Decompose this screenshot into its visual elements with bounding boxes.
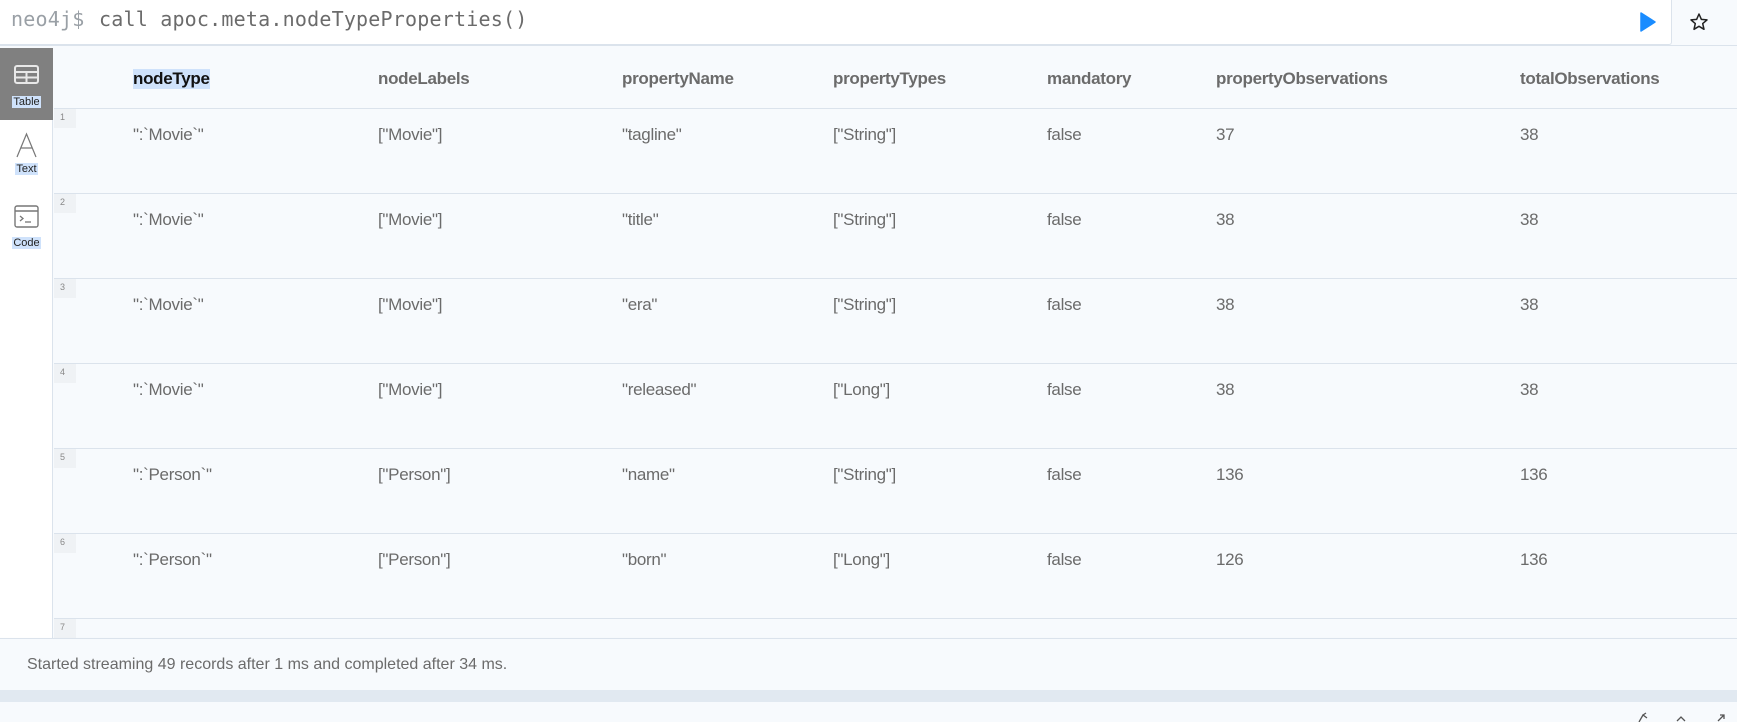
table-cell-totalobservations: 38 <box>1520 210 1539 229</box>
result-table: nodeType nodeLabels propertyName propert… <box>54 48 1737 638</box>
sidebar-item-code[interactable]: Code <box>0 202 53 274</box>
row-number: 4 <box>54 364 76 383</box>
favorite-button[interactable] <box>1688 11 1710 33</box>
row-number: 7 <box>54 619 76 638</box>
table-cell-propertyobservations: 126 <box>1216 550 1244 569</box>
table-row: 5 ":`Person`" ["Person"] "name" ["String"] fa… <box>54 449 1737 534</box>
table-cell-propertyobservations: 38 <box>1216 295 1235 314</box>
column-header-propertyname[interactable]: propertyName <box>622 69 734 89</box>
expand-icon[interactable] <box>1714 712 1728 722</box>
play-icon <box>1640 12 1656 32</box>
sidebar-item-text[interactable]: Text <box>0 130 53 202</box>
table-cell-nodetype: ":`Movie`" <box>133 295 204 314</box>
run-query-button[interactable] <box>1636 11 1658 33</box>
row-number: 2 <box>54 194 76 213</box>
table-cell-propertyname: "born" <box>622 550 667 569</box>
table-cell-nodelabels: ["Person"] <box>378 550 451 569</box>
table-cell-propertyobservations: 136 <box>1216 465 1244 484</box>
table-cell-mandatory: false <box>1047 125 1082 144</box>
table-cell-mandatory: false <box>1047 295 1082 314</box>
table-cell-propertytypes: ["String"] <box>833 125 896 144</box>
row-number: 6 <box>54 534 76 553</box>
table-cell-propertyname: "era" <box>622 295 658 314</box>
table-cell-nodelabels: ["Movie"] <box>378 210 443 229</box>
table-cell-nodetype: ":`Person`" <box>133 465 212 484</box>
column-header-nodetype[interactable]: nodeType <box>133 69 210 89</box>
table-header: nodeType nodeLabels propertyName propert… <box>54 48 1737 109</box>
table-cell-totalobservations: 38 <box>1520 125 1539 144</box>
table-cell-propertytypes: ["String"] <box>833 465 896 484</box>
column-header-mandatory[interactable]: mandatory <box>1047 69 1132 89</box>
table-cell-propertyname: "name" <box>622 465 675 484</box>
row-number: 5 <box>54 449 76 468</box>
table-cell-nodetype: ":`Person`" <box>133 550 212 569</box>
sidebar-item-label: Code <box>12 237 41 249</box>
table-cell-propertyname: "title" <box>622 210 659 229</box>
frame-divider <box>0 690 1737 702</box>
table-cell-mandatory: false <box>1047 210 1082 229</box>
text-icon <box>16 132 37 158</box>
query-editor[interactable]: neo4j$ call apoc.meta.nodeTypeProperties… <box>0 0 1672 45</box>
table-cell-propertyname: "released" <box>622 380 697 399</box>
status-message: Started streaming 49 records after 1 ms … <box>27 656 508 673</box>
table-cell-mandatory: false <box>1047 380 1082 399</box>
table-cell-propertyobservations: 38 <box>1216 380 1235 399</box>
column-header-propertyobservations[interactable]: propertyObservations <box>1216 69 1388 89</box>
table-cell-propertytypes: ["String"] <box>833 295 896 314</box>
table-cell-totalobservations: 136 <box>1520 465 1548 484</box>
table-row: 4 ":`Movie`" ["Movie"] "released" ["Long"] fa… <box>54 364 1737 449</box>
sidebar-item-label: Table <box>12 96 41 108</box>
table-cell-propertyobservations: 38 <box>1216 210 1235 229</box>
row-number: 3 <box>54 279 76 298</box>
chevron-up-icon[interactable] <box>1674 712 1688 722</box>
row-number: 1 <box>54 109 76 128</box>
code-icon <box>14 205 39 228</box>
table-row: 2 ":`Movie`" ["Movie"] "title" ["String"] fal… <box>54 194 1737 279</box>
column-header-totalobservations[interactable]: totalObservations <box>1520 69 1660 89</box>
table-cell-mandatory: false <box>1047 550 1082 569</box>
table-row: 3 ":`Movie`" ["Movie"] "era" ["String"] false… <box>54 279 1737 364</box>
table-cell-nodetype: ":`Movie`" <box>133 380 204 399</box>
table-cell-nodetype: ":`Movie`" <box>133 210 204 229</box>
status-bar: Started streaming 49 records after 1 ms … <box>0 638 1737 690</box>
table-cell-nodelabels: ["Movie"] <box>378 380 443 399</box>
table-row: 6 ":`Person`" ["Person"] "born" ["Long"] fals… <box>54 534 1737 619</box>
column-header-propertytypes[interactable]: propertyTypes <box>833 69 946 89</box>
table-cell-propertyname: "tagline" <box>622 125 682 144</box>
pin-icon[interactable] <box>1636 712 1650 722</box>
sidebar-item-label: Text <box>15 163 38 175</box>
table-cell-nodetype: ":`Movie`" <box>133 125 204 144</box>
editor-bar: neo4j$ call apoc.meta.nodeTypeProperties… <box>0 0 1737 46</box>
query-input[interactable]: call apoc.meta.nodeTypeProperties() <box>99 7 527 31</box>
table-cell-nodelabels: ["Movie"] <box>378 295 443 314</box>
table-cell-propertytypes: ["String"] <box>833 210 896 229</box>
view-sidebar: Table Text Code <box>0 48 53 638</box>
table-cell-mandatory: false <box>1047 465 1082 484</box>
column-header-nodelabels[interactable]: nodeLabels <box>378 69 470 89</box>
editor-prompt: neo4j$ <box>11 7 85 31</box>
table-row: 1 ":`Movie`" ["Movie"] "tagline" ["String"] f… <box>54 109 1737 194</box>
table-row: 7 <box>54 619 1737 638</box>
sidebar-item-table[interactable]: Table <box>0 48 53 120</box>
table-cell-totalobservations: 38 <box>1520 380 1539 399</box>
table-cell-propertytypes: ["Long"] <box>833 550 890 569</box>
table-cell-totalobservations: 38 <box>1520 295 1539 314</box>
next-frame-toolbar <box>0 702 1737 722</box>
table-cell-nodelabels: ["Person"] <box>378 465 451 484</box>
table-icon <box>14 65 39 84</box>
table-cell-nodelabels: ["Movie"] <box>378 125 443 144</box>
star-icon <box>1690 13 1708 31</box>
table-cell-propertyobservations: 37 <box>1216 125 1235 144</box>
table-cell-totalobservations: 136 <box>1520 550 1548 569</box>
table-cell-propertytypes: ["Long"] <box>833 380 890 399</box>
